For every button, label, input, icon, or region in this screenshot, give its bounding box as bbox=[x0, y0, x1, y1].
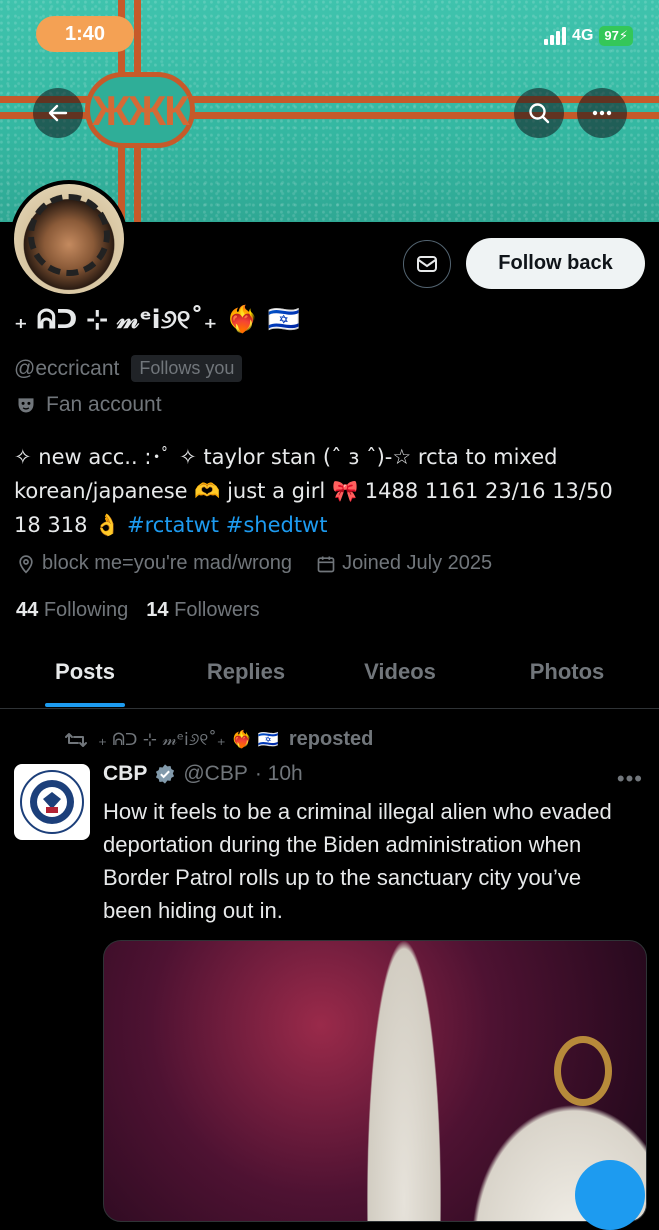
tab-videos[interactable]: Videos bbox=[340, 640, 460, 708]
media-ring bbox=[554, 1036, 612, 1106]
followers-link[interactable]: 14 Followers bbox=[146, 599, 259, 622]
profile-handle: @eccricant bbox=[14, 356, 120, 380]
joined-text: Joined July 2025 bbox=[342, 552, 493, 574]
network-type: 4G bbox=[572, 27, 594, 44]
banner-emblem: ЖЖК bbox=[85, 72, 195, 148]
more-icon bbox=[592, 110, 612, 116]
location-text: block me=you're mad/wrong bbox=[42, 552, 293, 574]
post-more-icon[interactable]: ••• bbox=[617, 766, 643, 792]
cbp-seal-icon bbox=[20, 770, 84, 834]
status-time: 1:40 bbox=[36, 16, 134, 52]
follow-back-button[interactable]: Follow back bbox=[466, 238, 645, 289]
follows-you-badge: Follows you bbox=[131, 355, 243, 382]
reposter-name: ₊ ᕱᑐ ⊹ 𝓂ᵉi୬୧˚₊ ❤️‍🔥 🇮🇱 bbox=[98, 729, 279, 750]
avatar-sun-pattern bbox=[28, 194, 110, 276]
follow-stats: 44 Following 14 Followers bbox=[16, 599, 260, 622]
active-tab-indicator bbox=[45, 703, 125, 707]
display-name: ₊ ᕱᑐ ⊹ 𝓂ᵉi୬୧˚₊ ❤️‍🔥 🇮🇱 bbox=[14, 305, 301, 335]
search-icon bbox=[529, 103, 550, 124]
followers-count: 14 bbox=[146, 599, 169, 621]
battery-icon: 97⚡ bbox=[599, 26, 633, 46]
post-media-image[interactable] bbox=[103, 940, 647, 1222]
following-label: Following bbox=[43, 599, 129, 621]
handle-row: @eccricant Follows you bbox=[14, 355, 243, 382]
mask-icon bbox=[18, 398, 34, 413]
profile-tabs: Posts Replies Videos Photos bbox=[0, 640, 659, 709]
cbp-avatar[interactable] bbox=[14, 764, 90, 840]
location-icon bbox=[19, 554, 33, 574]
compose-button[interactable] bbox=[575, 1160, 645, 1230]
bio-hashtags[interactable]: #rctatwt #shedtwt bbox=[127, 513, 327, 537]
battery-level: 97 bbox=[604, 28, 619, 43]
message-button[interactable] bbox=[403, 240, 451, 288]
back-button[interactable] bbox=[33, 88, 83, 138]
following-count: 44 bbox=[16, 599, 39, 621]
category-row: Fan account bbox=[16, 393, 162, 417]
signal-icon bbox=[544, 27, 567, 45]
profile-avatar[interactable] bbox=[10, 180, 128, 298]
post-text: How it feels to be a criminal illegal al… bbox=[103, 799, 612, 923]
post-header: CBP @CBP · 10h bbox=[103, 762, 303, 786]
banner-emblem-text: ЖЖК bbox=[92, 87, 190, 134]
search-button[interactable] bbox=[514, 88, 564, 138]
more-button[interactable] bbox=[577, 88, 627, 138]
repost-label: reposted bbox=[288, 728, 374, 750]
calendar-icon bbox=[317, 556, 335, 572]
repost-indicator[interactable]: ₊ ᕱᑐ ⊹ 𝓂ᵉi୬୧˚₊ ❤️‍🔥 🇮🇱 reposted bbox=[64, 728, 373, 751]
back-arrow-icon bbox=[48, 104, 68, 122]
followers-label: Followers bbox=[174, 599, 260, 621]
tab-posts[interactable]: Posts bbox=[30, 640, 140, 708]
post-author-name[interactable]: CBP bbox=[103, 762, 147, 786]
following-link[interactable]: 44 Following bbox=[16, 599, 128, 622]
category-label: Fan account bbox=[46, 393, 162, 416]
post-time: · 10h bbox=[254, 762, 303, 785]
retweet-icon bbox=[65, 732, 87, 747]
tab-photos[interactable]: Photos bbox=[505, 640, 629, 708]
verified-badge-icon bbox=[156, 764, 175, 784]
location-item: block me=you're mad/wrong bbox=[16, 552, 292, 575]
joined-item: Joined July 2025 bbox=[316, 552, 492, 575]
post-author-handle[interactable]: @CBP bbox=[183, 762, 248, 786]
profile-meta: block me=you're mad/wrong Joined July 20… bbox=[16, 552, 492, 575]
tab-replies[interactable]: Replies bbox=[186, 640, 306, 708]
status-indicators: 4G 97⚡ bbox=[544, 26, 633, 46]
mail-icon bbox=[417, 256, 437, 272]
profile-bio: ✧ new acc.. :･ﾟ ✧ taylor stan (ˆ з ˆ)-☆ … bbox=[14, 440, 644, 542]
